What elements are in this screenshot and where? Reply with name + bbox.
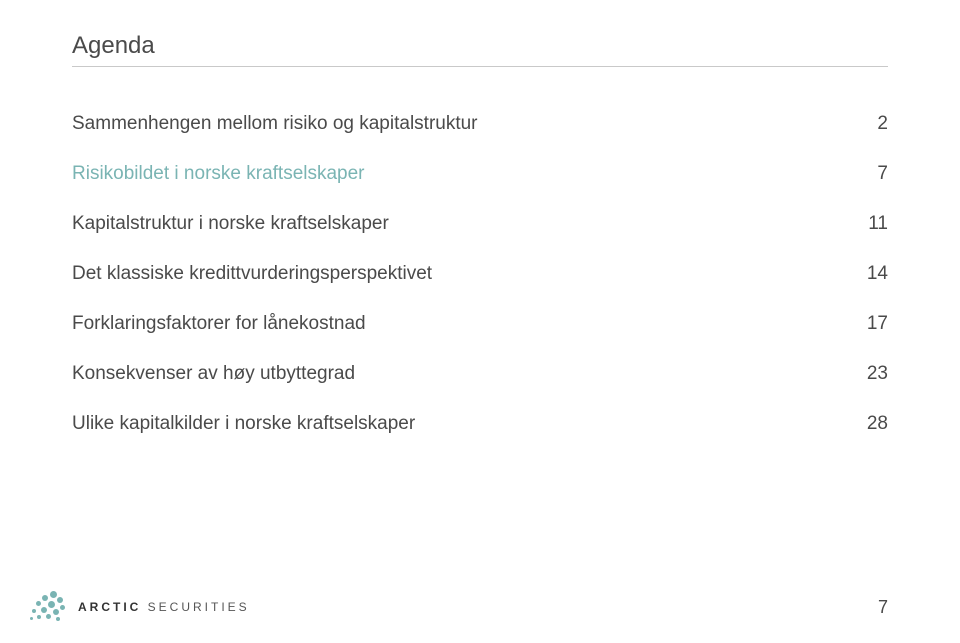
brand-text: ARCTIC SECURITIES (78, 600, 250, 614)
agenda-item-label: Kapitalstruktur i norske kraftselskaper (72, 213, 848, 235)
agenda-item-page: 28 (848, 413, 888, 435)
page-title: Agenda (72, 32, 888, 67)
agenda-item-label: Det klassiske kredittvurderingsperspekti… (72, 263, 848, 285)
agenda-item: Risikobildet i norske kraftselskaper 7 (72, 163, 888, 185)
agenda-item-label: Forklaringsfaktorer for lånekostnad (72, 313, 848, 335)
agenda-item: Kapitalstruktur i norske kraftselskaper … (72, 213, 888, 235)
brand: ARCTIC SECURITIES (28, 589, 250, 625)
agenda-item-label: Sammenhengen mellom risiko og kapitalstr… (72, 113, 848, 135)
agenda-item: Ulike kapitalkilder i norske kraftselska… (72, 413, 888, 435)
agenda-list: Sammenhengen mellom risiko og kapitalstr… (72, 113, 888, 435)
agenda-item-page: 11 (848, 213, 888, 235)
agenda-item: Det klassiske kredittvurderingsperspekti… (72, 263, 888, 285)
agenda-item-page: 23 (848, 363, 888, 385)
brand-text-bold: ARCTIC (78, 600, 141, 614)
agenda-item-label: Konsekvenser av høy utbyttegrad (72, 363, 848, 385)
agenda-item: Sammenhengen mellom risiko og kapitalstr… (72, 113, 888, 135)
agenda-item-label: Ulike kapitalkilder i norske kraftselska… (72, 413, 848, 435)
slide-content: Agenda Sammenhengen mellom risiko og kap… (0, 0, 960, 435)
slide-footer: ARCTIC SECURITIES 7 (0, 589, 960, 625)
agenda-item-page: 7 (848, 163, 888, 185)
page-number: 7 (878, 597, 888, 618)
agenda-item: Forklaringsfaktorer for lånekostnad 17 (72, 313, 888, 335)
agenda-item-page: 14 (848, 263, 888, 285)
agenda-item-label: Risikobildet i norske kraftselskaper (72, 163, 848, 185)
agenda-item: Konsekvenser av høy utbyttegrad 23 (72, 363, 888, 385)
brand-text-rest: SECURITIES (141, 600, 249, 614)
agenda-item-page: 17 (848, 313, 888, 335)
agenda-item-page: 2 (848, 113, 888, 135)
brand-logo-icon (28, 589, 68, 625)
